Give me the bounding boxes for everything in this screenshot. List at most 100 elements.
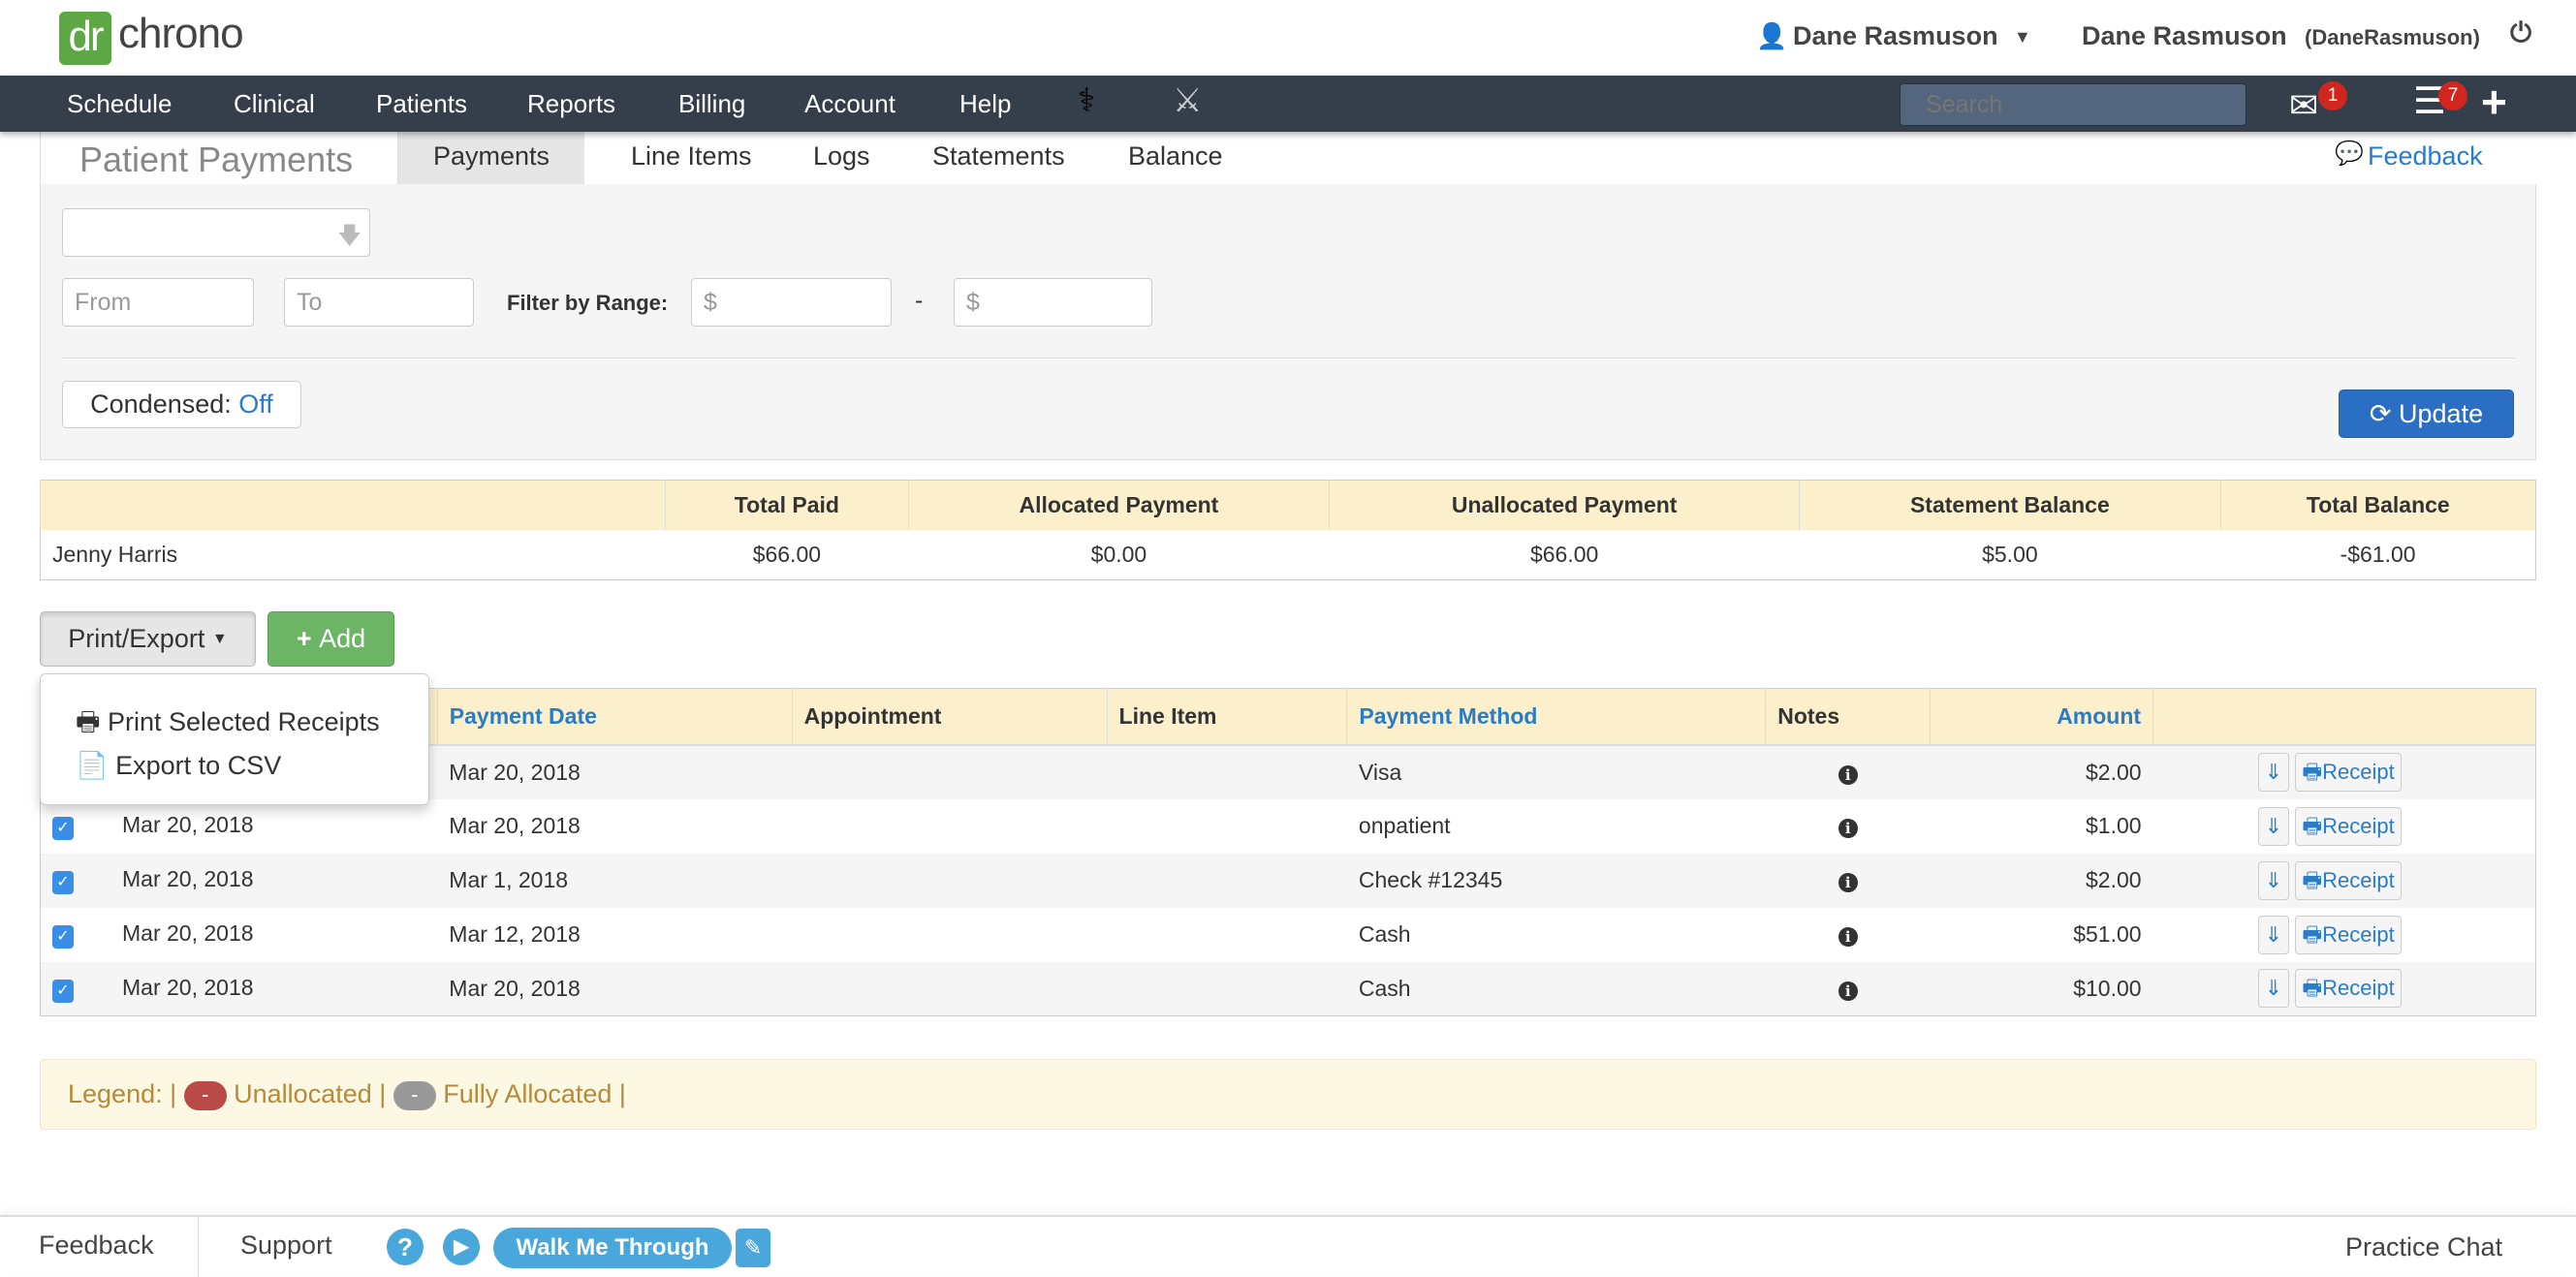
info-icon[interactable]: i [1838, 981, 1858, 1001]
menu-print-receipts[interactable]: 🖶 Print Selected Receipts [76, 703, 380, 748]
receipt-button[interactable]: 🖶Receipt [2295, 969, 2402, 1009]
info-icon[interactable]: i [1838, 927, 1858, 947]
footer: Feedback Support ? ▶ Walk Me Through ✎ P… [0, 1215, 2576, 1277]
add-button[interactable]: + Add [267, 611, 394, 667]
print-icon: 🖶 [76, 707, 101, 736]
nav-help[interactable]: Help [959, 89, 1011, 119]
receipt-button[interactable]: 🖶Receipt [2295, 753, 2402, 792]
print-export-menu: 🖶 Print Selected Receipts 📄 Export to CS… [40, 673, 429, 805]
row-checkbox[interactable]: ✓ [52, 817, 74, 840]
footer-support[interactable]: Support [240, 1230, 332, 1261]
print-export-button[interactable]: Print/Export ▼ [40, 611, 256, 667]
receipt-label: Receipt [2322, 813, 2395, 838]
download-button[interactable]: ⇓ [2257, 915, 2289, 954]
info-icon[interactable]: i [1838, 819, 1858, 838]
amount: $2.00 [1930, 744, 2153, 799]
tab-balance[interactable]: Balance [1101, 132, 1250, 184]
print-export-label: Print/Export [68, 624, 205, 653]
tab-logs[interactable]: Logs [786, 132, 897, 184]
download-button[interactable]: ⇓ [2257, 806, 2289, 846]
download-button[interactable]: ⇓ [2257, 860, 2289, 900]
logo[interactable]: dr [59, 12, 111, 65]
main-nav: Schedule Clinical Patients Reports Billi… [0, 76, 2576, 132]
divider [198, 1217, 199, 1277]
tab-line-items[interactable]: Line Items [604, 132, 779, 184]
tab-statements[interactable]: Statements [905, 132, 1092, 184]
nav-account[interactable]: Account [804, 89, 895, 119]
line-item [1107, 908, 1347, 962]
chevron-down-icon[interactable]: ▼ [2014, 27, 2031, 47]
username: (DaneRasmuson) [2305, 25, 2480, 49]
date: Mar 20, 2018 [122, 920, 254, 946]
nav-clinical[interactable]: Clinical [234, 89, 315, 119]
notes-cell: i [1765, 961, 1931, 1016]
date-cell: ✓ Mar 20, 2018 [41, 908, 438, 962]
mail-icon[interactable]: ✉ [2289, 85, 2318, 126]
swords-icon[interactable]: ⚔ [1173, 81, 1202, 120]
pencil-icon[interactable]: ✎ [736, 1229, 770, 1267]
payment-method: Visa [1346, 744, 1766, 799]
user-menu[interactable]: Dane Rasmuson [1793, 21, 1998, 51]
appointment [792, 799, 1107, 854]
to-date-input[interactable] [284, 278, 474, 327]
power-icon[interactable]: ⏻ [2510, 17, 2531, 49]
download-button[interactable]: ⇓ [2257, 753, 2289, 792]
update-button[interactable]: ⟳ Update [2339, 389, 2514, 438]
appointment [792, 961, 1108, 1016]
walk-me-through-button[interactable]: Walk Me Through [493, 1228, 732, 1268]
date: Mar 20, 2018 [122, 974, 254, 1000]
line-item [1107, 799, 1347, 854]
summary-table: Total Paid Allocated Payment Unallocated… [40, 480, 2536, 580]
tab-payments[interactable]: Payments [398, 132, 585, 184]
info-icon[interactable]: i [1838, 873, 1858, 892]
info-icon[interactable]: i [1838, 764, 1858, 785]
plus-icon[interactable]: + [2481, 76, 2507, 128]
add-label: Add [319, 624, 366, 653]
receipt-button[interactable]: 🖶Receipt [2295, 915, 2402, 954]
range-max-input[interactable] [954, 278, 1152, 327]
sortable-column-header[interactable]: Payment Method [1346, 688, 1766, 746]
filter-panel: 🡇 Filter by Range: - Condensed: Off ⟳ Up… [40, 184, 2536, 460]
nav-billing[interactable]: Billing [678, 89, 745, 119]
actions-cell: ⇓ 🖶Receipt [2152, 961, 2536, 1016]
chat-bubble-icon[interactable]: 💬 [2335, 140, 2364, 168]
actions-cell: ⇓ 🖶Receipt [2152, 744, 2536, 799]
menu-label: Export to CSV [115, 751, 282, 780]
row-checkbox[interactable]: ✓ [52, 925, 74, 949]
total-balance: -$61.00 [2340, 541, 2416, 567]
nav-reports[interactable]: Reports [527, 89, 615, 119]
line-item [1107, 744, 1347, 799]
feedback-link[interactable]: Feedback [2368, 132, 2483, 180]
legend: Legend: | - Unallocated | - Fully Alloca… [40, 1059, 2536, 1130]
nav-schedule[interactable]: Schedule [67, 89, 172, 119]
sortable-column-header[interactable]: Amount [1930, 688, 2153, 746]
amount: $2.00 [1930, 853, 2153, 908]
update-label: Update [2399, 398, 2484, 428]
menu-export-csv[interactable]: 📄 Export to CSV [76, 750, 281, 781]
actions-cell: ⇓ 🖶Receipt [2152, 853, 2536, 908]
download-button[interactable]: ⇓ [2257, 969, 2289, 1009]
row-checkbox[interactable]: ✓ [52, 871, 74, 894]
from-date-input[interactable] [62, 278, 254, 327]
footer-feedback[interactable]: Feedback [39, 1230, 154, 1261]
legend-fully-allocated: Fully Allocated | [443, 1079, 626, 1108]
column-header: Line Item [1106, 688, 1347, 746]
column-header: Appointment [791, 688, 1108, 746]
sortable-column-header[interactable]: Payment Date [436, 688, 793, 746]
row-checkbox[interactable]: ✓ [52, 979, 74, 1003]
range-min-input[interactable] [691, 278, 892, 327]
receipt-button[interactable]: 🖶Receipt [2295, 860, 2402, 900]
search-input[interactable] [1900, 83, 2246, 126]
condensed-toggle[interactable]: Condensed: Off [62, 381, 301, 428]
receipt-label: Receipt [2322, 976, 2395, 1001]
nav-patients[interactable]: Patients [376, 89, 467, 119]
patient-select[interactable]: 🡇 [62, 208, 370, 257]
practice-chat[interactable]: Practice Chat [2345, 1232, 2502, 1262]
play-icon[interactable]: ▶ [443, 1229, 480, 1265]
actions-cell: ⇓ 🖶Receipt [2153, 799, 2536, 854]
caduceus-icon[interactable]: ⚕ [1078, 81, 1095, 120]
help-icon[interactable]: ? [387, 1229, 424, 1265]
patient-name: Jenny Harris [52, 541, 178, 567]
payment-date: Mar 20, 2018 [437, 744, 793, 799]
receipt-button[interactable]: 🖶Receipt [2295, 806, 2402, 846]
